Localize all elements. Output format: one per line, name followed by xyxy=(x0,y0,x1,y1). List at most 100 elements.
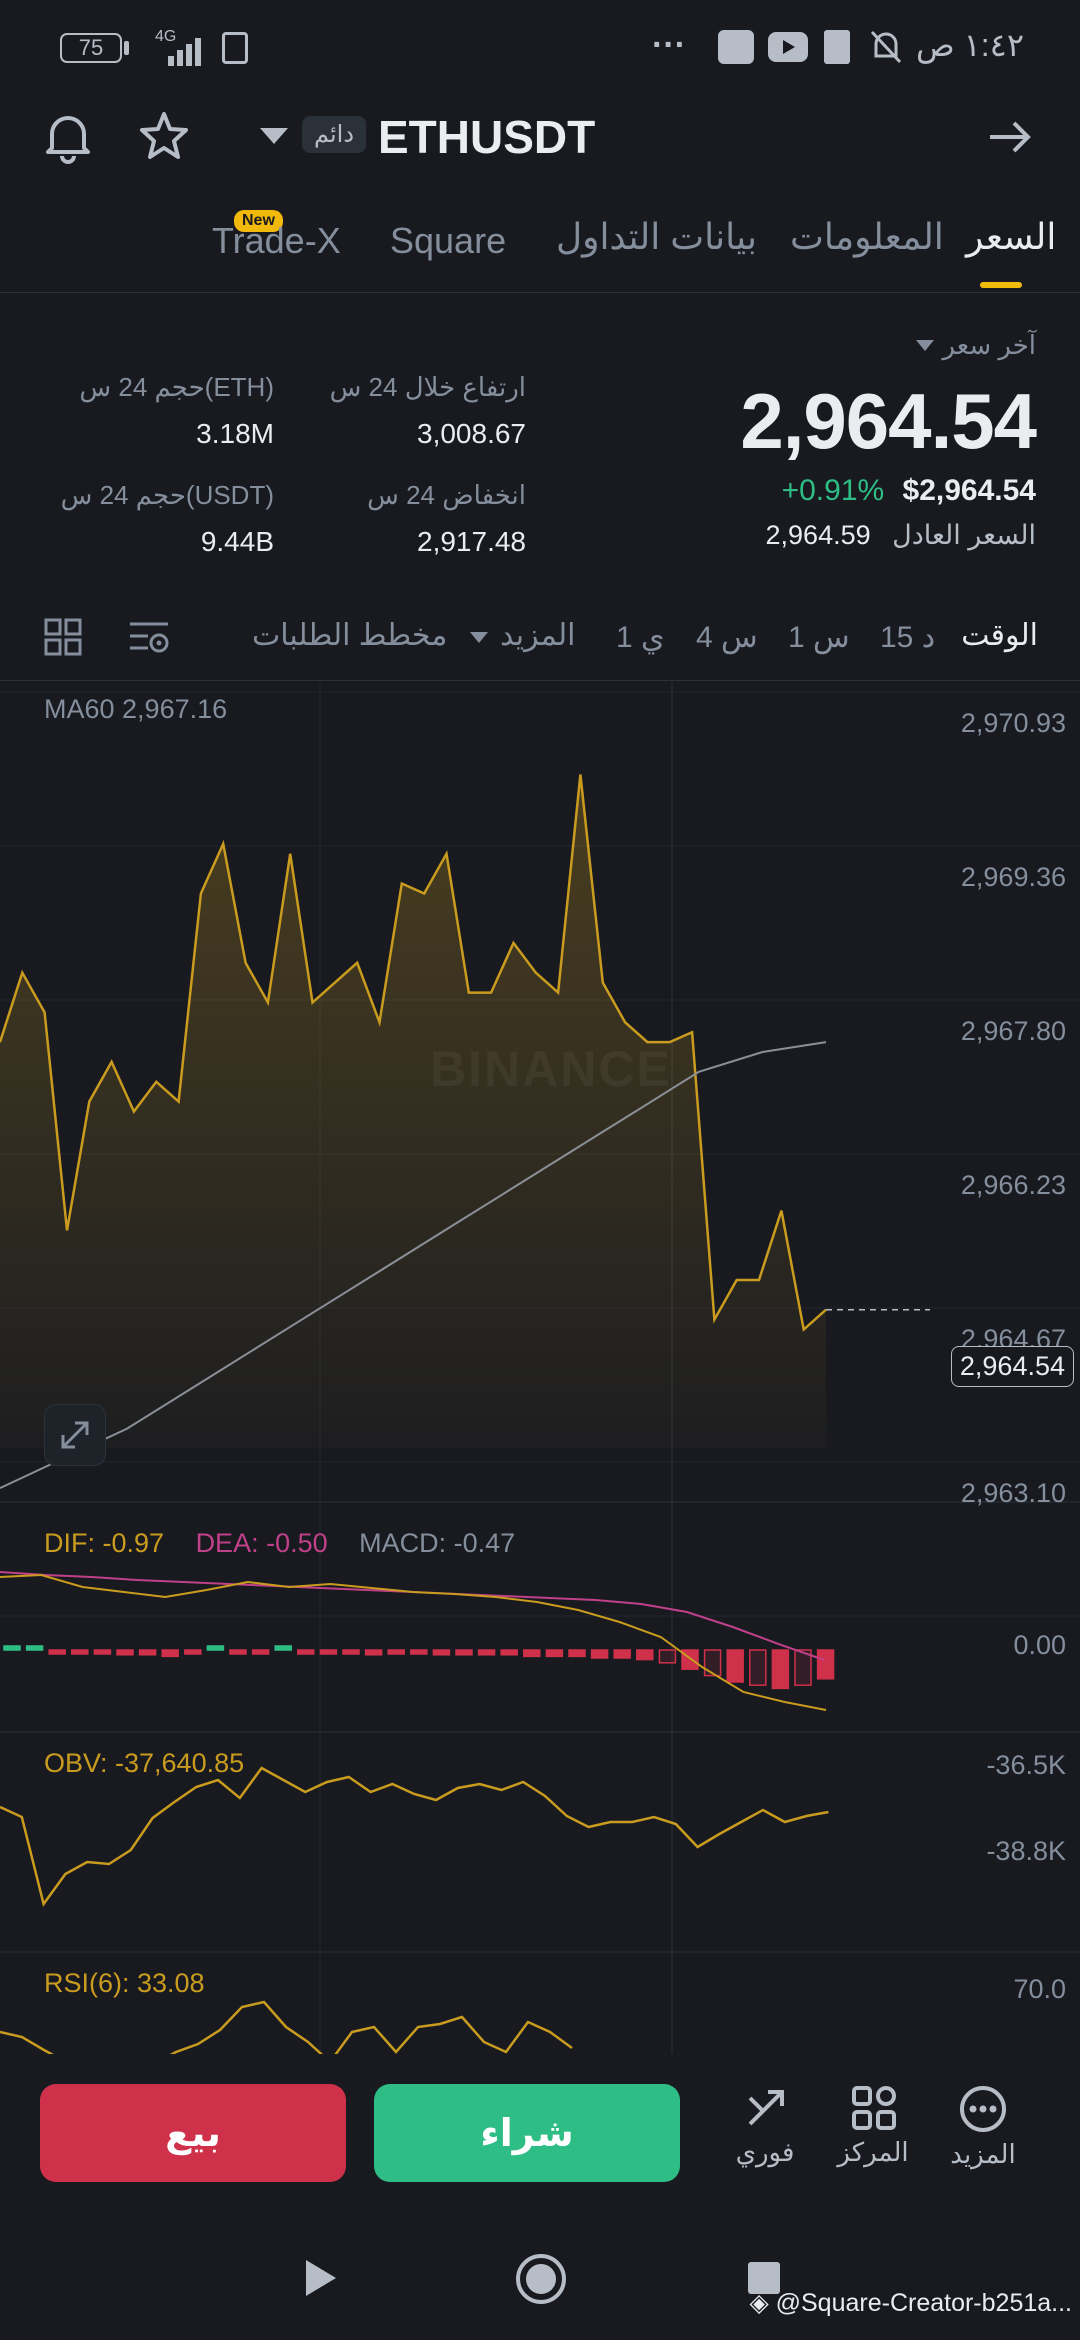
diamond-icon: ◈ xyxy=(749,2289,769,2317)
system-nav-bar: ◈ @Square-Creator-b251a... xyxy=(0,2224,1080,2340)
macd-histogram-bar xyxy=(477,1649,496,1656)
y-tick: 2,967.80 xyxy=(960,1016,1066,1046)
obv-tick: -36.5K xyxy=(986,1750,1066,1780)
sim-icon xyxy=(222,32,248,64)
interval-time-label[interactable]: الوقت xyxy=(961,618,1038,653)
rsi-tick: 70.0 xyxy=(1013,1974,1066,2004)
current-price-tag: 2,964.54 xyxy=(950,1346,1074,1387)
macd-histogram-bar xyxy=(342,1649,360,1655)
macd-histogram-bar xyxy=(274,1645,292,1651)
rsi-legend: RSI(6): 33.08 xyxy=(44,1968,205,1998)
fair-price-label: السعر العادل xyxy=(892,520,1036,550)
macd-histogram-bar xyxy=(500,1649,518,1656)
macd-histogram-bar xyxy=(206,1645,225,1651)
overflow-dots: ··· xyxy=(652,26,686,64)
dif-line xyxy=(0,1573,827,1711)
y-tick: 2,966.23 xyxy=(960,1170,1066,1200)
macd-histogram-bar xyxy=(568,1649,586,1658)
macd-histogram-bar xyxy=(545,1649,564,1658)
macd-histogram-bar xyxy=(410,1649,428,1655)
tab-info[interactable]: المعلومات xyxy=(790,216,944,258)
forward-arrow-icon[interactable] xyxy=(984,112,1034,167)
trash-icon xyxy=(824,30,850,64)
interval-1d[interactable]: 1 ي xyxy=(616,620,665,655)
sell-button[interactable]: بيع xyxy=(40,2084,346,2182)
macd-histogram-bar xyxy=(455,1649,473,1656)
macd-histogram-bar xyxy=(703,1649,722,1677)
interval-1h[interactable]: 1 س xyxy=(788,620,850,655)
macd-histogram-bar xyxy=(658,1649,677,1664)
spot-nav[interactable]: فوري xyxy=(720,2084,810,2168)
more-caret-icon xyxy=(470,632,488,643)
high-24h-value: 3,008.67 xyxy=(417,418,526,449)
price-change: +0.91% xyxy=(781,474,885,507)
macd-histogram-bar xyxy=(749,1649,767,1686)
macd-histogram-bar xyxy=(387,1649,405,1655)
tab-trading-data[interactable]: بيانات التداول xyxy=(556,216,757,258)
fair-price: 2,964.59 xyxy=(765,520,871,550)
symbol-title[interactable]: ETHUSDT xyxy=(378,110,595,164)
contract-type-tag: دائم xyxy=(302,116,367,153)
macd-histogram-bar xyxy=(251,1649,270,1655)
dif-value: DIF: -0.97 xyxy=(44,1528,165,1558)
status-bar: 75 4G ··· ١:٤٢ ص xyxy=(0,0,1080,95)
chart-area[interactable]: MA60 2,967.16 BINANCE 2,970.93 2,969.36 … xyxy=(0,682,1080,2054)
macd-histogram-bar xyxy=(364,1649,383,1656)
position-center-nav[interactable]: المركز xyxy=(828,2084,918,2168)
y-tick: 2,969.36 xyxy=(960,862,1066,892)
high-24h-label: ارتفاع خلال 24 س xyxy=(329,372,526,402)
muted-bell-icon xyxy=(868,28,904,74)
y-tick: 2,970.93 xyxy=(960,708,1066,738)
action-bar: بيع شراء فوري المركز المزيد xyxy=(0,2054,1080,2224)
tab-price[interactable]: السعر xyxy=(966,216,1056,258)
battery-level: 75 xyxy=(78,35,104,60)
macd-histogram-bar xyxy=(771,1649,790,1690)
macd-histogram-bar xyxy=(613,1649,631,1659)
dropdown-caret-icon xyxy=(916,340,934,351)
swap-arrows-icon xyxy=(742,2084,810,2137)
macd-histogram-bar xyxy=(229,1649,247,1655)
price-change-row: +0.91% $2,964.54 xyxy=(782,474,1036,508)
low-24h-value: 2,917.48 xyxy=(417,526,526,557)
interval-bar: الوقت 15 د 1 س 4 س 1 ي المزيد مخطط الطلب… xyxy=(0,600,1080,681)
macd-histogram-bar xyxy=(636,1649,654,1661)
indicator-settings-icon[interactable] xyxy=(128,616,170,663)
more-nav[interactable]: المزيد xyxy=(938,2084,1028,2170)
rsi-line xyxy=(0,2000,573,2054)
binance-watermark: BINANCE xyxy=(430,1041,672,1097)
buy-button[interactable]: شراء xyxy=(374,2084,680,2182)
home-circle-icon[interactable] xyxy=(514,2252,568,2306)
obv-line xyxy=(0,1766,829,1907)
depth-chart-tab[interactable]: مخطط الطلبات xyxy=(252,618,447,653)
photo-icon xyxy=(718,30,754,64)
creator-watermark: ◈ @Square-Creator-b251a... xyxy=(749,2289,1072,2317)
symbol-dropdown-icon[interactable] xyxy=(260,128,288,151)
macd-histogram-bar xyxy=(319,1649,338,1655)
macd-histogram-bar xyxy=(523,1649,541,1658)
notification-bell-icon[interactable] xyxy=(40,108,96,169)
macd-histogram-bar xyxy=(116,1649,134,1656)
macd-histogram-bar xyxy=(432,1649,451,1656)
tab-square[interactable]: Square xyxy=(390,220,506,262)
price-area xyxy=(0,774,826,1448)
macd-histogram-bar xyxy=(726,1649,744,1683)
fair-price-row: السعر العادل 2,964.59 xyxy=(766,520,1036,551)
favorite-star-icon[interactable] xyxy=(136,108,192,169)
macd-histogram-bar xyxy=(681,1649,699,1670)
macd-histogram-bar xyxy=(161,1649,179,1658)
interval-15m[interactable]: 15 د xyxy=(880,620,935,655)
vol-usdt-value: 9.44B xyxy=(200,526,274,557)
layout-grid-icon[interactable] xyxy=(44,618,82,661)
last-price-label-dropdown[interactable]: آخر سعر xyxy=(942,330,1036,361)
expand-icon[interactable] xyxy=(44,1404,106,1466)
active-tab-indicator xyxy=(980,282,1022,288)
tab-trade-x[interactable]: Trade-X xyxy=(212,220,341,262)
interval-4h[interactable]: 4 س xyxy=(696,620,758,655)
vol-eth-label: حجم 24 س(ETH) xyxy=(79,372,274,402)
low-24h-label: انخفاض 24 س xyxy=(367,480,526,510)
interval-more[interactable]: المزيد xyxy=(500,618,575,653)
macd-histogram-bar xyxy=(590,1649,609,1659)
back-triangle-icon[interactable] xyxy=(302,2258,338,2298)
macd-histogram-bar xyxy=(93,1649,112,1655)
macd-histogram-bar xyxy=(25,1645,44,1651)
